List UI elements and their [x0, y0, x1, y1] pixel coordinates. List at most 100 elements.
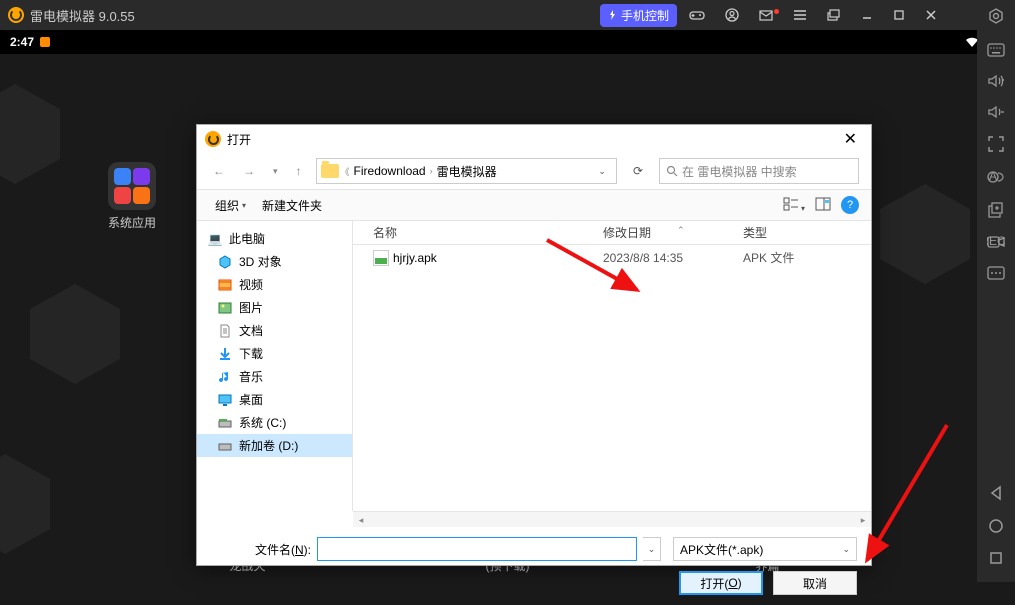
toolbar-settings-icon[interactable]	[987, 8, 1005, 29]
path-segment[interactable]: Firedownload	[350, 164, 430, 178]
gamepad-icon[interactable]	[681, 6, 713, 24]
folder-tree: 💻 此电脑 3D 对象 视频 图片 文档 下载 音乐 桌面 系统 (C:) 新加卷…	[197, 221, 353, 511]
toolbar-multi-instance-icon[interactable]	[988, 202, 1004, 221]
svg-text:REC: REC	[987, 235, 1005, 248]
scroll-left-icon[interactable]: ◂	[353, 512, 369, 528]
computer-icon: 💻	[207, 231, 223, 247]
column-header-date[interactable]: 修改日期	[603, 224, 743, 241]
user-icon[interactable]	[717, 5, 747, 25]
bg-hex	[30, 284, 120, 384]
address-bar[interactable]: 《 Firedownload › 雷电模拟器 ⌄	[316, 158, 617, 184]
dialog-logo-icon	[205, 131, 221, 147]
tree-item-documents[interactable]: 文档	[197, 319, 352, 342]
tree-item-label: 文档	[239, 322, 263, 339]
nav-forward-button[interactable]: →	[239, 162, 259, 180]
tree-item-drive-c[interactable]: 系统 (C:)	[197, 411, 352, 434]
nav-up-button[interactable]: ↑	[292, 162, 306, 180]
bg-hex	[880, 184, 970, 284]
toolbar-volume-up-icon[interactable]	[987, 74, 1005, 91]
mail-icon[interactable]	[751, 7, 781, 24]
bg-hex	[0, 454, 50, 554]
tree-item-pictures[interactable]: 图片	[197, 296, 352, 319]
android-home-button[interactable]	[988, 518, 1004, 537]
tree-item-label: 图片	[239, 299, 263, 316]
menu-icon[interactable]	[785, 6, 815, 24]
chevron-down-icon: ▾	[242, 201, 246, 210]
dialog-organize-toolbar: 组织▾ 新建文件夹 ▾ ?	[197, 189, 871, 221]
toolbar-translate-icon[interactable]: A	[987, 169, 1005, 188]
close-button[interactable]	[917, 6, 945, 24]
view-mode-button[interactable]: ▾	[779, 195, 809, 216]
toolbar-record-icon[interactable]: REC	[987, 235, 1005, 252]
nav-recent-dropdown[interactable]: ▾	[269, 164, 282, 179]
filetype-select[interactable]: APK文件(*.apk) ⌄	[673, 537, 857, 561]
status-indicator-icon	[40, 37, 50, 47]
tree-item-videos[interactable]: 视频	[197, 273, 352, 296]
phone-control-label: 手机控制	[621, 7, 669, 24]
filename-input[interactable]	[317, 537, 637, 561]
scroll-right-icon[interactable]: ▸	[855, 512, 871, 528]
sort-indicator-icon: ⌃	[677, 225, 685, 236]
refresh-button[interactable]: ⟳	[627, 162, 649, 180]
dialog-titlebar: 打开 ✕	[197, 125, 871, 153]
toolbar-fullscreen-icon[interactable]	[988, 136, 1004, 155]
maximize-button[interactable]	[885, 6, 913, 24]
nav-back-button[interactable]: ←	[209, 162, 229, 180]
search-icon	[666, 165, 678, 177]
document-icon	[217, 323, 233, 339]
status-time: 2:47	[10, 35, 34, 49]
open-button[interactable]: 打开(O)	[679, 571, 763, 595]
dialog-title: 打开	[227, 131, 251, 148]
desktop-icon-label: 系统应用	[108, 216, 156, 230]
drive-icon	[217, 438, 233, 454]
folder-icon	[321, 164, 339, 178]
new-folder-button[interactable]: 新建文件夹	[256, 195, 328, 216]
tree-item-3d-objects[interactable]: 3D 对象	[197, 250, 352, 273]
tree-item-label: 视频	[239, 276, 263, 293]
svg-text:A: A	[989, 169, 997, 183]
lightning-icon	[608, 10, 618, 20]
cube-icon	[217, 254, 233, 270]
tree-item-drive-d[interactable]: 新加卷 (D:)	[197, 434, 352, 457]
filename-dropdown-button[interactable]: ⌄	[643, 537, 661, 561]
search-input[interactable]: 在 雷电模拟器 中搜索	[659, 158, 859, 184]
preview-pane-button[interactable]	[811, 195, 835, 216]
app-title: 雷电模拟器 9.0.55	[30, 6, 135, 25]
file-name: hjrjy.apk	[393, 251, 437, 265]
tree-item-music[interactable]: 音乐	[197, 365, 352, 388]
column-header-type[interactable]: 类型	[743, 224, 871, 241]
path-dropdown-icon[interactable]: ⌄	[592, 166, 612, 177]
app-titlebar: 雷电模拟器 9.0.55 手机控制	[0, 0, 1015, 30]
path-segment[interactable]: 雷电模拟器	[433, 163, 501, 180]
bg-hex	[0, 84, 60, 184]
tree-item-desktop[interactable]: 桌面	[197, 388, 352, 411]
toolbar-volume-down-icon[interactable]	[987, 105, 1005, 122]
android-recent-button[interactable]	[989, 551, 1003, 568]
organize-button[interactable]: 组织▾	[209, 195, 252, 216]
android-back-button[interactable]	[988, 485, 1004, 504]
filename-label: 文件名(N):	[211, 541, 311, 558]
tree-item-this-pc[interactable]: 💻 此电脑	[197, 227, 352, 250]
help-button[interactable]: ?	[841, 196, 859, 214]
tree-item-label: 此电脑	[229, 230, 265, 247]
toolbar-keyboard-icon[interactable]	[987, 43, 1005, 60]
filetype-label: APK文件(*.apk)	[680, 541, 763, 558]
path-separator-icon: 《	[341, 165, 350, 178]
desktop-icon-system-app[interactable]: 系统应用	[102, 162, 162, 231]
file-date: 2023/8/8 14:35	[603, 251, 743, 265]
drive-icon	[217, 415, 233, 431]
dialog-footer: 文件名(N): ⌄ APK文件(*.apk) ⌄ 打开(O) 取消	[197, 527, 871, 605]
file-row[interactable]: hjrjy.apk 2023/8/8 14:35 APK 文件	[353, 245, 871, 270]
minimize-button[interactable]	[853, 6, 881, 24]
emulator-screen: 系统应用 天龙八部2: 飞龙战天 全民江湖 秦时明月: 沧海 (预下载) 天命传…	[0, 54, 1015, 582]
cancel-button[interactable]: 取消	[773, 571, 857, 595]
horizontal-scrollbar[interactable]: ◂▸	[353, 511, 871, 527]
phone-control-button[interactable]: 手机控制	[600, 4, 677, 27]
file-list-header: 名称⌃ 修改日期 类型	[353, 221, 871, 245]
dialog-close-button[interactable]: ✕	[838, 129, 863, 149]
tree-item-downloads[interactable]: 下载	[197, 342, 352, 365]
column-header-name[interactable]: 名称⌃	[353, 224, 603, 241]
toolbar-more-icon[interactable]	[987, 266, 1005, 283]
chevron-down-icon: ⌄	[842, 544, 850, 555]
multi-window-icon[interactable]	[819, 6, 849, 24]
